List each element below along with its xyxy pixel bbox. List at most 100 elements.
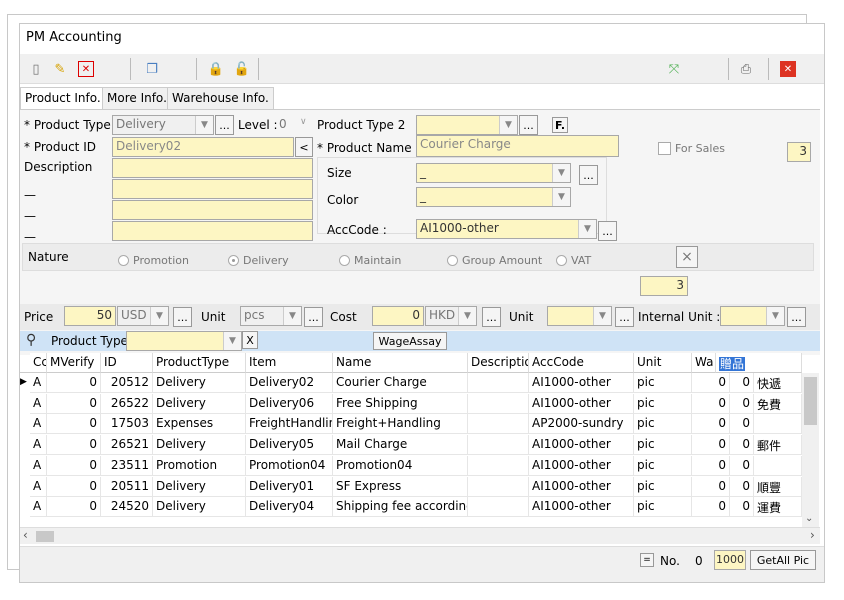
grid-cell[interactable]: Delivery [153, 476, 246, 497]
grid-cell[interactable]: pic [634, 455, 692, 476]
product-type2-browse-button[interactable]: ... [519, 115, 538, 135]
chevron-down-icon[interactable]: ▼ [283, 307, 301, 325]
grid-cell[interactable] [468, 373, 529, 393]
grid-cell[interactable]: Mail Charge [333, 435, 468, 456]
grid-cell[interactable]: 免費 [754, 393, 802, 414]
new-document-icon[interactable]: ▯ [28, 61, 44, 77]
chevron-down-icon[interactable]: ▼ [593, 307, 611, 325]
radio-delivery[interactable]: Delivery [228, 254, 289, 267]
chevron-down-icon[interactable]: ▼ [766, 307, 784, 325]
unit-browse-button[interactable]: ... [304, 307, 323, 327]
edit-pencil-icon[interactable]: ✎ [52, 61, 68, 77]
col-header[interactable]: Item [246, 353, 333, 373]
grid-cell[interactable]: 26521 [101, 435, 153, 456]
grid-cell[interactable]: AI1000-other [529, 455, 634, 476]
grid-cell[interactable]: 0 [692, 435, 730, 456]
page-size-input[interactable]: 1000 [714, 550, 746, 570]
grid-cell[interactable]: 0 [692, 497, 730, 518]
grid-cell[interactable] [468, 455, 529, 476]
grid-cell[interactable]: 17503 [101, 414, 153, 435]
f-button[interactable]: F. [552, 117, 568, 133]
lock-icon[interactable]: 🔒 [208, 61, 224, 77]
description-line-3[interactable] [112, 200, 313, 220]
grid-cell[interactable]: Free Shipping [333, 393, 468, 414]
grid-cell[interactable]: 0 [692, 373, 730, 393]
row-indicator[interactable] [20, 456, 30, 476]
grid-cell[interactable]: 0 [730, 455, 754, 476]
description-line-1[interactable] [112, 158, 313, 178]
col-header[interactable]: AccCode [529, 353, 634, 373]
grid-cell[interactable]: pic [634, 373, 692, 393]
product-id-input[interactable]: Delivery02 [112, 137, 294, 157]
scroll-thumb[interactable] [36, 531, 54, 542]
grid-cell[interactable]: Promotion [153, 455, 246, 476]
col-header[interactable]: Unit [634, 353, 692, 373]
description-line-4[interactable] [112, 221, 313, 241]
row-indicator[interactable] [20, 477, 30, 497]
grid-cell[interactable]: 0 [730, 497, 754, 518]
unit2-browse-button[interactable]: ... [615, 307, 634, 327]
grid-cell[interactable]: pic [634, 435, 692, 456]
scroll-thumb[interactable] [804, 377, 817, 425]
grid-cell[interactable]: 20512 [101, 373, 153, 393]
grid-cell[interactable]: 0 [730, 414, 754, 435]
grid-cell[interactable]: 0 [692, 476, 730, 497]
grid-cell[interactable]: Freight+Handling [333, 414, 468, 435]
col-header[interactable]: MVerify [47, 353, 101, 373]
grid-cell[interactable]: Promotion04 [333, 455, 468, 476]
grid-cell[interactable]: 快遞 [754, 373, 802, 393]
horizontal-scrollbar[interactable]: ‹ › [20, 527, 820, 544]
chevron-left-icon[interactable]: ‹ [23, 528, 28, 542]
grid-cell[interactable]: 0 [47, 435, 101, 456]
clear-nature-button[interactable]: × [676, 246, 698, 268]
grid-cell[interactable]: 0 [47, 393, 101, 414]
grid-cell[interactable]: 運費 [754, 497, 802, 518]
grid-cell[interactable]: pic [634, 497, 692, 518]
grid-cell[interactable] [468, 476, 529, 497]
grid-cell[interactable]: Delivery06 [246, 393, 333, 414]
col-header[interactable]: Name [333, 353, 468, 373]
grid-cell[interactable]: 0 [47, 455, 101, 476]
chevron-right-icon[interactable]: › [810, 528, 815, 542]
grid-cell[interactable] [468, 497, 529, 518]
grid-cell[interactable]: 23511 [101, 455, 153, 476]
grid-cell[interactable]: Delivery01 [246, 476, 333, 497]
chevron-down-icon[interactable]: ▼ [150, 307, 168, 325]
grid-cell[interactable]: 0 [692, 414, 730, 435]
grid-cell[interactable]: A [30, 476, 47, 497]
grid-cell[interactable]: A [30, 497, 47, 518]
col-header-gift[interactable]: 贈品 [716, 353, 802, 373]
chevron-down-icon[interactable]: ▼ [552, 164, 570, 182]
print-icon[interactable]: ⎙ [738, 61, 754, 77]
chevron-down-icon[interactable]: ▼ [552, 188, 570, 206]
col-header[interactable]: ProductType [153, 353, 246, 373]
grid-cell[interactable]: AI1000-other [529, 393, 634, 414]
grid-cell[interactable]: 0 [47, 414, 101, 435]
grid-cell[interactable]: Expenses [153, 414, 246, 435]
cost-browse-button[interactable]: ... [482, 307, 501, 327]
grid-cell[interactable]: 0 [47, 373, 101, 393]
grid-cell[interactable]: 0 [47, 476, 101, 497]
unlock-icon[interactable]: 🔓 [234, 61, 250, 77]
col-header[interactable]: ID [101, 353, 153, 373]
internal-unit-browse-button[interactable]: ... [787, 307, 806, 327]
product-type-browse-button[interactable]: ... [215, 115, 234, 135]
close-icon[interactable]: ✕ [780, 61, 796, 77]
grid-cell[interactable]: Delivery [153, 393, 246, 414]
grid-cell[interactable]: 0 [692, 455, 730, 476]
grid-cell[interactable]: 0 [730, 476, 754, 497]
lt-button[interactable]: < [295, 137, 313, 157]
chevron-down-icon[interactable]: ▼ [458, 307, 476, 325]
grid-cell[interactable]: 0 [730, 373, 754, 393]
chevron-down-icon[interactable]: ▼ [499, 116, 517, 134]
equals-icon[interactable]: = [640, 553, 654, 567]
grid-cell[interactable]: A [30, 393, 47, 414]
tab-more-info[interactable]: More Info. [102, 87, 172, 109]
grid-cell[interactable]: Delivery05 [246, 435, 333, 456]
row-indicator[interactable]: ▶ [20, 373, 30, 393]
radio-vat[interactable]: VAT [556, 254, 591, 267]
grid-cell[interactable]: A [30, 435, 47, 456]
grid-cell[interactable]: Promotion04 [246, 455, 333, 476]
grid-cell[interactable] [754, 414, 802, 435]
for-sales-checkbox[interactable] [658, 142, 671, 155]
